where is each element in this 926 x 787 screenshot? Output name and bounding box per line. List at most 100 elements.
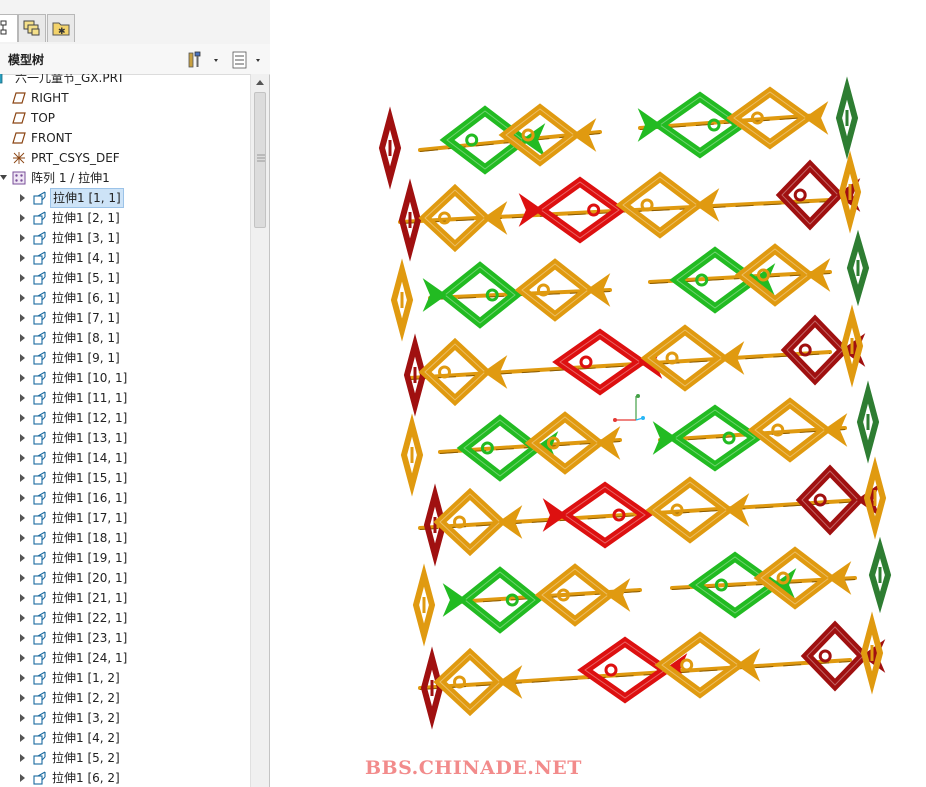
- expand-arrow-icon[interactable]: [18, 508, 28, 528]
- fish-eye-shape: [813, 493, 827, 507]
- extrude-icon: [33, 551, 46, 565]
- tree-item-label: 六一儿童节_GX.PRT: [15, 74, 125, 85]
- tree-item-label: 拉伸1 [8, 1]: [52, 331, 120, 345]
- extrude-icon: [33, 371, 46, 385]
- tree-item-label: 拉伸1 [4, 2]: [52, 731, 120, 745]
- expand-arrow-icon[interactable]: [18, 608, 28, 628]
- fish-eye-shape: [453, 515, 466, 529]
- extrude-icon: [33, 531, 46, 545]
- expand-arrow-icon[interactable]: [18, 728, 28, 748]
- fish-tail-shape: [518, 193, 543, 227]
- tree-item-label: 拉伸1 [6, 2]: [52, 771, 120, 785]
- expand-arrow-icon[interactable]: [18, 428, 28, 448]
- fish-tail-shape: [637, 108, 662, 142]
- expand-arrow-icon[interactable]: [18, 188, 28, 208]
- expand-arrow-icon[interactable]: [18, 548, 28, 568]
- extrude-icon: [33, 611, 46, 625]
- expand-arrow-icon[interactable]: [18, 708, 28, 728]
- expand-arrow-icon[interactable]: [18, 348, 28, 368]
- fish-body-shape: [552, 328, 648, 396]
- tree-scrollbar[interactable]: [250, 74, 269, 787]
- watermark-text: BBS.CHINADE.NET: [365, 757, 582, 779]
- expand-arrow-icon[interactable]: [18, 288, 28, 308]
- tree-item-label: 拉伸1 [2, 2]: [52, 691, 120, 705]
- expand-arrow-icon[interactable]: [18, 328, 28, 348]
- expand-arrow-icon[interactable]: [18, 248, 28, 268]
- fish-eye-shape: [793, 188, 807, 202]
- tree-item-label: 拉伸1 [6, 1]: [52, 291, 120, 305]
- expand-arrow-icon[interactable]: [18, 588, 28, 608]
- extrude-icon: [33, 251, 46, 265]
- model-tree-icon: [0, 20, 7, 35]
- layers-tab[interactable]: [18, 14, 46, 42]
- settings-tools-button[interactable]: [186, 50, 222, 70]
- datum-plane-icon: [12, 132, 26, 144]
- expand-arrow-icon[interactable]: [18, 648, 28, 668]
- model-tree-panel: 模型树 六一儿童节_GX.PRT RIGHT TOP FRONT PRT_CSYS_DE…: [0, 44, 270, 787]
- tree-item-label: 拉伸1 [23, 1]: [52, 631, 128, 645]
- extrude-icon: [33, 271, 46, 285]
- tree-item-label: TOP: [31, 111, 56, 125]
- fish-tail-shape: [442, 583, 467, 617]
- fish-eye-shape: [818, 649, 832, 663]
- model-tree: 六一儿童节_GX.PRT RIGHT TOP FRONT PRT_CSYS_DEF 阵列 …: [0, 74, 250, 787]
- expanded-arrow-icon[interactable]: [0, 168, 9, 188]
- show-menu-button[interactable]: [230, 50, 266, 70]
- expand-arrow-icon[interactable]: [18, 308, 28, 328]
- fish-tail-shape: [652, 421, 677, 455]
- datum-plane-icon: [12, 92, 26, 104]
- graphics-viewport[interactable]: [271, 0, 926, 787]
- svg-text:✱: ✱: [58, 27, 66, 37]
- fish-body-shape: [775, 159, 845, 231]
- fish-tail-shape: [596, 426, 621, 460]
- fish-tail-shape: [422, 278, 447, 312]
- scroll-up-icon[interactable]: [255, 78, 265, 86]
- expand-arrow-icon[interactable]: [18, 388, 28, 408]
- favorites-tab[interactable]: ✱: [47, 14, 75, 42]
- fish-eye-shape: [640, 198, 654, 212]
- expand-arrow-icon[interactable]: [18, 768, 28, 787]
- axis-x-tip: [613, 418, 617, 422]
- expand-arrow-icon[interactable]: [18, 488, 28, 508]
- fish-highlight-shape: [622, 176, 698, 234]
- expand-arrow-icon[interactable]: [18, 688, 28, 708]
- folder-star-icon: ✱: [52, 22, 70, 37]
- expand-arrow-icon[interactable]: [18, 208, 28, 228]
- tree-item-label: 拉伸1 [16, 1]: [52, 491, 128, 505]
- expand-arrow-icon[interactable]: [18, 568, 28, 588]
- tree-item-label: FRONT: [31, 131, 72, 145]
- expand-arrow-icon[interactable]: [18, 408, 28, 428]
- tree-item-label: 拉伸1 [10, 1]: [52, 371, 128, 385]
- datum-plane-icon: [12, 112, 26, 124]
- expand-arrow-icon[interactable]: [18, 668, 28, 688]
- extrude-icon: [33, 191, 46, 205]
- fish-highlight-shape: [584, 641, 666, 699]
- tree-item-label: 拉伸1 [5, 2]: [52, 751, 120, 765]
- expand-arrow-icon[interactable]: [18, 628, 28, 648]
- fish-eye-shape: [798, 343, 812, 357]
- expand-arrow-icon[interactable]: [18, 228, 28, 248]
- tree-item-label: 拉伸1 [11, 1]: [52, 391, 128, 405]
- expand-arrow-icon[interactable]: [18, 368, 28, 388]
- expand-arrow-icon[interactable]: [18, 528, 28, 548]
- tree-item-label: 拉伸1 [20, 1]: [52, 571, 128, 585]
- extrude-icon: [33, 571, 46, 585]
- tree-item-label: 拉伸1 [14, 1]: [52, 451, 128, 465]
- tree-item-label: 拉伸1 [9, 1]: [52, 351, 120, 365]
- tree-item-label: PRT_CSYS_DEF: [31, 151, 120, 165]
- extrude-icon: [33, 731, 46, 745]
- fish-eye-shape: [536, 283, 550, 297]
- fish-highlight-shape: [559, 333, 641, 391]
- expand-arrow-icon[interactable]: [18, 748, 28, 768]
- scroll-thumb[interactable]: [254, 92, 266, 228]
- expand-arrow-icon[interactable]: [18, 468, 28, 488]
- expand-arrow-icon[interactable]: [18, 268, 28, 288]
- tree-item-label: 拉伸1 [1, 1]: [50, 188, 124, 208]
- fish-tail-shape: [542, 498, 567, 532]
- fish-eye-shape: [707, 118, 721, 132]
- fish-eye-shape: [771, 423, 785, 437]
- expand-arrow-icon[interactable]: [18, 448, 28, 468]
- extrude-icon: [33, 591, 46, 605]
- tree-item-label: 拉伸1 [4, 1]: [52, 251, 120, 265]
- model-tree-tab[interactable]: [0, 14, 18, 42]
